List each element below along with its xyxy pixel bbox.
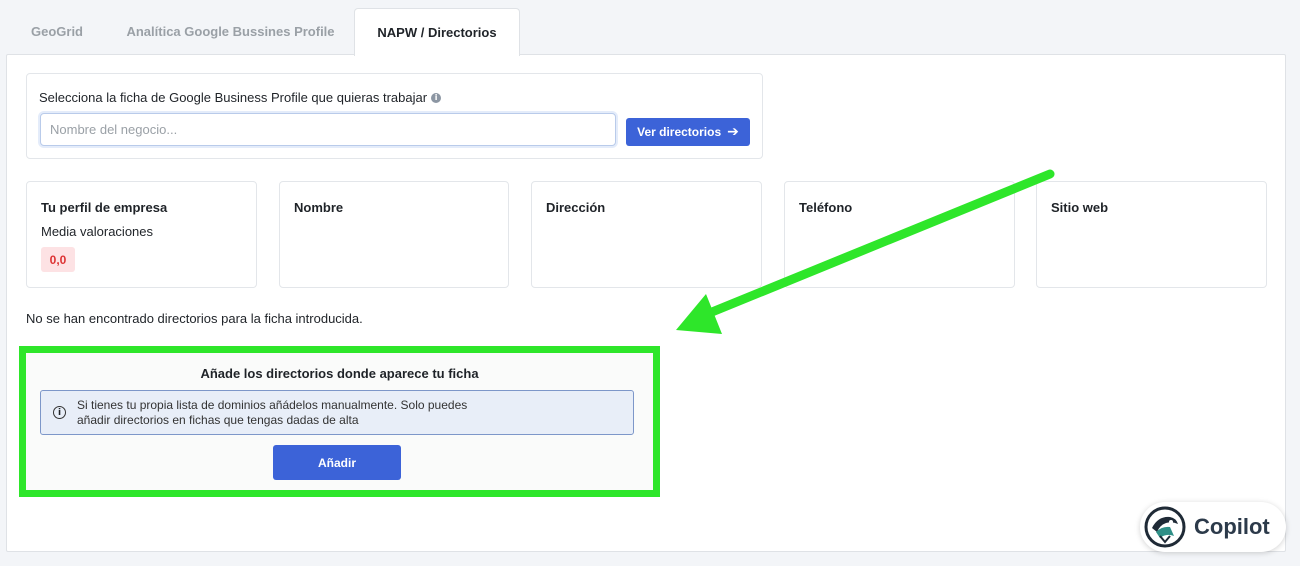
tab-panel: Selecciona la ficha de Google Business P… bbox=[6, 54, 1286, 552]
info-alert-text: Si tienes tu propia lista de dominios añ… bbox=[77, 397, 468, 427]
tab-geogrid[interactable]: GeoGrid bbox=[7, 8, 107, 55]
rating-badge: 0,0 bbox=[41, 247, 75, 272]
tab-bar: GeoGrid Analítica Google Bussines Profil… bbox=[7, 8, 520, 56]
ver-directorios-button[interactable]: Ver directorios ➔ bbox=[626, 118, 750, 146]
selector-label: Selecciona la ficha de Google Business P… bbox=[39, 90, 442, 105]
add-directory-button[interactable]: Añadir bbox=[273, 445, 401, 480]
name-card-title: Nombre bbox=[294, 200, 344, 215]
copilot-button[interactable]: Copilot bbox=[1140, 502, 1286, 552]
copilot-label: Copilot bbox=[1194, 514, 1270, 539]
business-name-input[interactable] bbox=[40, 113, 616, 146]
arrow-right-icon: ➔ bbox=[727, 124, 739, 140]
name-card: Nombre bbox=[279, 181, 509, 288]
address-card-title: Dirección bbox=[546, 200, 606, 215]
copilot-logo-icon bbox=[1144, 506, 1186, 548]
phone-card-title: Teléfono bbox=[799, 200, 853, 215]
info-icon[interactable]: i bbox=[431, 92, 442, 103]
business-selector-card: Selecciona la ficha de Google Business P… bbox=[26, 73, 763, 159]
no-directories-message: No se han encontrado directorios para la… bbox=[26, 311, 363, 326]
info-circle-icon: i bbox=[53, 406, 66, 419]
phone-card: Teléfono bbox=[784, 181, 1015, 288]
tab-analitica-gbp[interactable]: Analítica Google Bussines Profile bbox=[107, 8, 354, 55]
ver-directorios-label: Ver directorios bbox=[637, 125, 722, 139]
address-card: Dirección bbox=[531, 181, 762, 288]
add-directories-title: Añade los directorios donde aparece tu f… bbox=[200, 366, 479, 381]
add-directories-section: Añade los directorios donde aparece tu f… bbox=[19, 346, 660, 497]
tab-napw-directorios[interactable]: NAPW / Directorios bbox=[354, 8, 520, 56]
website-card-title: Sitio web bbox=[1051, 200, 1109, 215]
info-alert: i Si tienes tu propia lista de dominios … bbox=[40, 390, 634, 435]
selector-label-text: Selecciona la ficha de Google Business P… bbox=[39, 90, 428, 105]
profile-card: Tu perfil de empresa Media valoraciones … bbox=[26, 181, 257, 288]
website-card: Sitio web bbox=[1036, 181, 1267, 288]
profile-card-subtitle: Media valoraciones bbox=[41, 224, 154, 239]
profile-card-title: Tu perfil de empresa bbox=[41, 200, 168, 215]
